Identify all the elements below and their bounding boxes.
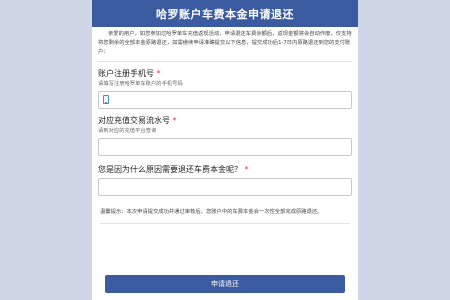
page-header: 哈罗账户车费本金申请退还	[92, 0, 358, 27]
phone-input[interactable]	[98, 91, 352, 109]
submit-refund-button[interactable]: 申请退还	[105, 275, 345, 293]
required-mark: *	[156, 69, 161, 78]
serial-label: 对应充值交易流水号 *	[98, 116, 177, 125]
intro-text: 亲爱的用户，如您参加过哈罗单车充值返现活动，申请退还车费余额后，返现金额将会自动…	[98, 30, 352, 62]
phone-label: 账户注册手机号 *	[98, 69, 161, 78]
refund-form-page: 哈罗账户车费本金申请退还 亲爱的用户，如您参加过哈罗单车充值返现活动，申请退还车…	[92, 0, 358, 300]
reason-field-group: 您是因为什么原因需要退还车费本金呢？ *	[98, 164, 352, 196]
reason-input[interactable]	[98, 178, 352, 196]
phone-field-group: 账户注册手机号 * 请填写注册哈罗单车账户的手机号码	[98, 68, 352, 109]
serial-number-input[interactable]	[98, 138, 352, 156]
serial-field-group: 对应充值交易流水号 * 请到对应的充值平台查询	[98, 115, 352, 156]
phone-icon	[103, 95, 109, 104]
reason-label: 您是因为什么原因需要退还车费本金呢？ *	[98, 165, 249, 174]
required-mark: *	[172, 116, 177, 125]
serial-hint: 请到对应的充值平台查询	[98, 128, 157, 134]
required-mark: *	[244, 165, 249, 174]
tip-text: 温馨提示：本次申请提交成功并通过审核后，您账户中的车费本金会一次性全部完成原路退…	[100, 208, 350, 224]
phone-hint: 请填写注册哈罗单车账户的手机号码	[98, 81, 183, 87]
page-title: 哈罗账户车费本金申请退还	[156, 7, 294, 21]
